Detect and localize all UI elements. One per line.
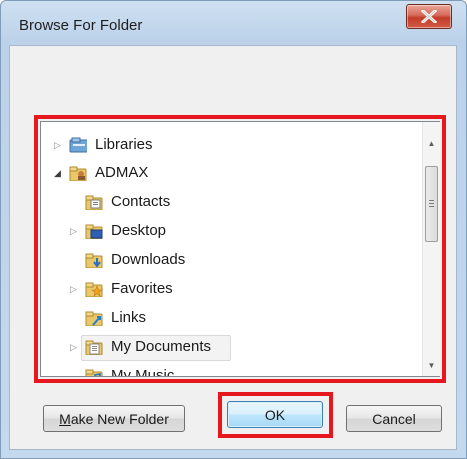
scroll-up-arrow-icon[interactable]: ▲ (427, 140, 436, 148)
libraries-icon (69, 137, 87, 153)
tree-item-label: Favorites (111, 280, 173, 297)
close-icon (421, 10, 437, 23)
grip-line (429, 206, 434, 207)
favorites-folder-icon (85, 282, 103, 297)
user-folder-icon (69, 166, 87, 181)
tree-item-admax[interactable]: ◢ ADMAX (41, 160, 421, 186)
folder-tree[interactable]: ▷ Libraries ◢ ADMAX Contacts ▷ Desktop D… (40, 121, 440, 377)
grip-line (429, 200, 434, 201)
tree-item-label: ADMAX (95, 164, 149, 181)
desktop-folder-icon (85, 224, 103, 239)
ok-button[interactable]: OK (227, 401, 323, 428)
tree-item-label: Desktop (111, 222, 167, 239)
tree-item-my-documents[interactable]: ▷ My Documents (41, 334, 421, 360)
links-folder-icon (85, 311, 103, 326)
mnemonic-letter: M (59, 411, 71, 427)
tree-item-links[interactable]: Links (41, 305, 421, 331)
downloads-folder-icon (85, 253, 103, 268)
tree-item-label: Links (111, 309, 147, 326)
button-label: OK (264, 407, 286, 423)
title-bar[interactable]: Browse For Folder (1, 1, 466, 47)
button-label: Cancel (372, 411, 416, 427)
tree-item-contacts[interactable]: Contacts (41, 189, 421, 215)
tree-item-label: Libraries (95, 136, 153, 153)
collapse-arrow-icon[interactable]: ◢ (54, 168, 64, 178)
tree-item-favorites[interactable]: ▷ Favorites (41, 276, 421, 302)
close-button[interactable] (406, 4, 452, 29)
dialog-title: Browse For Folder (19, 17, 143, 34)
tree-item-desktop[interactable]: ▷ Desktop (41, 218, 421, 244)
documents-folder-icon (85, 340, 103, 355)
expand-arrow-icon[interactable]: ▷ (70, 284, 80, 294)
tree-item-label: Contacts (111, 193, 171, 210)
tree-scrollbar[interactable]: ▲ ▼ (422, 122, 440, 376)
scroll-down-arrow-icon[interactable]: ▼ (427, 362, 436, 370)
tree-item-label: Downloads (111, 251, 186, 268)
grip-line (429, 203, 434, 204)
scroll-thumb[interactable] (425, 166, 438, 242)
expand-arrow-icon[interactable]: ▷ (54, 140, 64, 150)
tree-item-my-music[interactable]: My Music (41, 363, 421, 377)
make-new-folder-button[interactable]: Make New Folder (43, 405, 185, 432)
cancel-button[interactable]: Cancel (346, 405, 442, 432)
contacts-folder-icon (85, 195, 103, 210)
button-label: ake New Folder (70, 411, 169, 427)
tree-item-downloads[interactable]: Downloads (41, 247, 421, 273)
tree-item-label: My Music (111, 367, 175, 377)
expand-arrow-icon[interactable]: ▷ (70, 342, 80, 352)
expand-arrow-icon[interactable]: ▷ (70, 226, 80, 236)
tree-item-libraries[interactable]: ▷ Libraries (41, 132, 421, 158)
tree-item-label: My Documents (111, 338, 212, 355)
music-folder-icon (85, 369, 103, 376)
